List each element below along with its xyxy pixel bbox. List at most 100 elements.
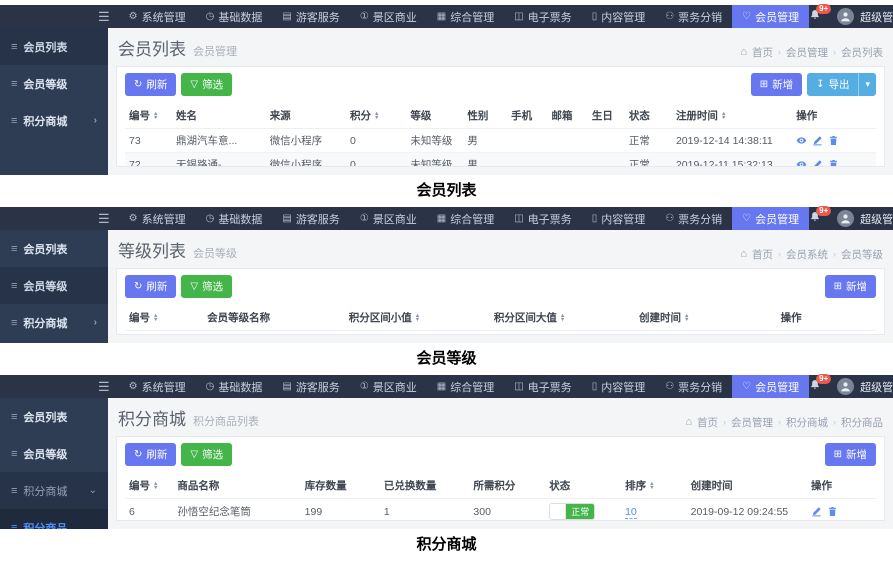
sidebar-item-0[interactable]: ≡会员列表 — [0, 398, 108, 435]
nav-item-3[interactable]: ①景区商业 — [350, 5, 427, 28]
nav-item-4[interactable]: ▦综合管理 — [427, 207, 504, 230]
breadcrumb-item[interactable]: 积分商品 — [841, 415, 883, 430]
dropdown-caret-button[interactable]: ▾ — [858, 73, 876, 96]
breadcrumb-item[interactable]: 会员列表 — [841, 45, 883, 60]
sidebar-item-2[interactable]: ≡积分商城› — [0, 304, 108, 341]
nav-item-0[interactable]: ⚙系统管理 — [119, 5, 196, 28]
breadcrumb-item[interactable]: 首页 — [752, 45, 773, 60]
nav-item-5[interactable]: ◫电子票务 — [504, 207, 581, 230]
status-toggle[interactable]: 正常 — [549, 503, 595, 520]
sidebar-item-1[interactable]: ≡会员等级 — [0, 65, 108, 102]
nav-item-1[interactable]: ◷基础数据 — [196, 375, 273, 398]
nav-item-2[interactable]: ▤游客服务 — [272, 5, 349, 28]
trash-icon[interactable] — [828, 159, 839, 167]
nav-item-2[interactable]: ▤游客服务 — [272, 375, 349, 398]
toolbar-button[interactable]: ▽筛选 — [181, 73, 232, 96]
notifications-button[interactable]: 9+ — [809, 9, 821, 24]
table-header-row: 编号▲▼姓名来源积分▲▼等级性别手机邮箱生日状态注册时间▲▼操作 — [125, 103, 876, 129]
toolbar-button[interactable]: ⊞新增 — [825, 443, 876, 466]
menu-toggle-icon[interactable]: ☰ — [96, 379, 119, 395]
breadcrumb-item[interactable]: 会员等级 — [841, 247, 883, 262]
nav-item-label: 会员管理 — [755, 379, 799, 395]
nav-item-2[interactable]: ▤游客服务 — [272, 207, 349, 230]
avatar[interactable] — [837, 378, 854, 395]
nav-item-3[interactable]: ①景区商业 — [350, 375, 427, 398]
toolbar-button[interactable]: ↻刷新 — [125, 73, 176, 96]
column-header[interactable]: 编号▲▼ — [125, 473, 173, 499]
column-header-label: 性别 — [467, 110, 488, 122]
notifications-button[interactable]: 9+ — [809, 379, 821, 394]
breadcrumb-item[interactable]: 会员系统 — [786, 247, 828, 262]
building-icon: ▦ — [437, 213, 446, 224]
toolbar-button[interactable]: ⊞新增 — [825, 275, 876, 298]
nav-item-5[interactable]: ◫电子票务 — [504, 5, 581, 28]
column-header[interactable]: 积分区间大值▲▼ — [490, 305, 635, 331]
edit-icon[interactable] — [812, 135, 823, 146]
toolbar-right: ⊞新增 — [825, 443, 876, 466]
trash-icon[interactable] — [827, 506, 838, 517]
nav-item-1[interactable]: ◷基础数据 — [196, 207, 273, 230]
breadcrumb-item[interactable]: 首页 — [752, 247, 773, 262]
person-icon: ⚇ — [665, 213, 674, 224]
breadcrumb-item[interactable]: 会员管理 — [786, 45, 828, 60]
toolbar-button[interactable]: ▽筛选 — [181, 443, 232, 466]
toolbar-button[interactable]: ↧导出 — [807, 73, 858, 96]
nav-item-8[interactable]: ♡会员管理 — [732, 207, 809, 230]
nav-item-4[interactable]: ▦综合管理 — [427, 375, 504, 398]
trash-icon[interactable] — [828, 135, 839, 146]
nav-item-7[interactable]: ⚇票务分销 — [655, 207, 732, 230]
column-header[interactable]: 创建时间▲▼ — [635, 305, 777, 331]
sort-value-link[interactable]: 10 — [625, 506, 637, 519]
sidebar-item-0[interactable]: ≡会员列表 — [0, 28, 108, 65]
column-header[interactable]: 注册时间▲▼ — [672, 103, 792, 129]
breadcrumb-item[interactable]: 首页 — [697, 415, 718, 430]
nav-item-6[interactable]: ▯内容管理 — [582, 375, 656, 398]
toolbar-button[interactable]: ↻刷新 — [125, 275, 176, 298]
user-menu[interactable]: 超级管理员 ▾ — [854, 379, 893, 395]
column-header[interactable]: 排序▲▼ — [621, 473, 687, 499]
column-header[interactable]: 积分▲▼ — [346, 103, 406, 129]
avatar[interactable] — [837, 8, 854, 25]
toolbar-left: ↻刷新▽筛选 — [125, 275, 232, 298]
sidebar-item-2[interactable]: ≡积分商城› — [0, 102, 108, 139]
sidebar-item-1[interactable]: ≡会员等级 — [0, 435, 108, 472]
toolbar-button[interactable]: ▽筛选 — [181, 275, 232, 298]
nav-item-7[interactable]: ⚇票务分销 — [655, 5, 732, 28]
panels-stack: ☰ ⚙系统管理◷基础数据▤游客服务①景区商业▦综合管理◫电子票务▯内容管理⚇票务… — [0, 5, 893, 561]
nav-item-8[interactable]: ♡会员管理 — [732, 5, 809, 28]
user-menu[interactable]: 超级管理员 ▾ — [854, 211, 893, 227]
edit-icon[interactable] — [812, 159, 823, 167]
column-header[interactable]: 积分区间小值▲▼ — [345, 305, 490, 331]
toolbar-button[interactable]: ⊞新增 — [751, 73, 802, 96]
nav-item-0[interactable]: ⚙系统管理 — [119, 207, 196, 230]
toolbar-button[interactable]: ↻刷新 — [125, 443, 176, 466]
row-actions — [811, 506, 872, 517]
eye-icon[interactable] — [796, 135, 807, 146]
notifications-button[interactable]: 9+ — [809, 211, 821, 226]
menu-toggle-icon[interactable]: ☰ — [96, 211, 119, 227]
user-menu[interactable]: 超级管理员 ▾ — [854, 9, 893, 25]
breadcrumb-item[interactable]: 积分商城 — [786, 415, 828, 430]
sidebar-item-0[interactable]: ≡会员列表 — [0, 230, 108, 267]
nav-item-4[interactable]: ▦综合管理 — [427, 5, 504, 28]
eye-icon[interactable] — [796, 159, 807, 167]
edit-icon[interactable] — [811, 506, 822, 517]
nav-item-label: 景区商业 — [373, 9, 417, 25]
nav-item-0[interactable]: ⚙系统管理 — [119, 375, 196, 398]
sidebar-item-3[interactable]: ≡积分商品 — [0, 509, 108, 529]
sidebar-item-1[interactable]: ≡会员等级 — [0, 267, 108, 304]
sidebar-item-2[interactable]: ≡积分商城⌄ — [0, 472, 108, 509]
breadcrumb-item[interactable]: 会员管理 — [731, 415, 773, 430]
menu-toggle-icon[interactable]: ☰ — [96, 9, 119, 25]
nav-item-5[interactable]: ◫电子票务 — [504, 375, 581, 398]
column-header[interactable]: 编号▲▼ — [125, 305, 203, 331]
nav-item-6[interactable]: ▯内容管理 — [582, 5, 656, 28]
avatar[interactable] — [837, 210, 854, 227]
nav-item-6[interactable]: ▯内容管理 — [582, 207, 656, 230]
nav-item-8[interactable]: ♡会员管理 — [732, 375, 809, 398]
vip-icon: ♡ — [742, 11, 751, 22]
nav-item-3[interactable]: ①景区商业 — [350, 207, 427, 230]
column-header[interactable]: 编号▲▼ — [125, 103, 172, 129]
nav-item-1[interactable]: ◷基础数据 — [196, 5, 273, 28]
nav-item-7[interactable]: ⚇票务分销 — [655, 375, 732, 398]
